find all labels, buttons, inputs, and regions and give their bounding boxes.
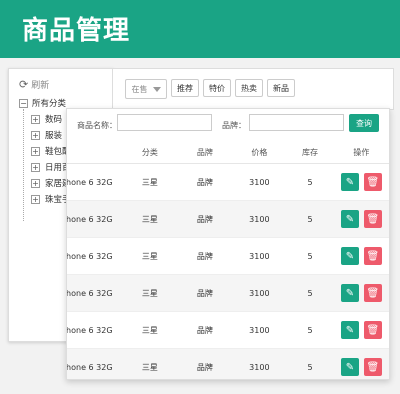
trash-icon: 🗑 — [366, 324, 380, 336]
pencil-icon: ✎ — [345, 287, 355, 299]
col-header-category: 分类 — [122, 141, 178, 164]
filter-special-button[interactable]: 特价 — [203, 79, 231, 97]
cell-product-name: iPhone 6 32G — [67, 163, 123, 201]
cell-brand: 品牌 — [177, 163, 233, 201]
cell-category: 三星 — [122, 274, 178, 312]
refresh-label: 刷新 — [31, 81, 50, 91]
cell-brand: 品牌 — [177, 348, 233, 379]
pencil-icon: ✎ — [345, 250, 355, 262]
cell-stock: 5 — [286, 348, 334, 379]
cell-actions: ✎ 🗑 — [333, 311, 389, 349]
col-header-name — [67, 141, 123, 164]
pencil-icon: ✎ — [345, 324, 355, 336]
cell-product-name: iPhone 6 32G — [67, 200, 123, 238]
col-header-actions: 操作 — [333, 141, 389, 164]
delete-button[interactable]: 🗑 — [363, 284, 382, 302]
cell-product-name: iPhone 6 32G — [67, 311, 123, 349]
status-select-value: 在售 — [131, 84, 148, 94]
edit-button[interactable]: ✎ — [340, 321, 359, 339]
cell-category: 三星 — [122, 348, 178, 379]
refresh-button[interactable]: ⟳ 刷新 — [19, 78, 49, 91]
col-header-brand: 品牌 — [177, 141, 233, 164]
cell-stock: 5 — [286, 237, 334, 275]
brand-input[interactable] — [249, 114, 344, 131]
filter-hot-button[interactable]: 热卖 — [235, 79, 263, 97]
cell-brand: 品牌 — [177, 237, 233, 275]
table-header-row: 分类 品牌 价格 库存 操作 — [67, 141, 389, 164]
table-row: iPhone 6 32G 三星 品牌 3100 5 ✎ 🗑 — [67, 274, 389, 312]
cell-category: 三星 — [122, 163, 178, 201]
pencil-icon: ✎ — [345, 213, 355, 225]
table-row: iPhone 6 32G 三星 品牌 3100 5 ✎ 🗑 — [67, 200, 389, 238]
cell-category: 三星 — [122, 311, 178, 349]
trash-icon: 🗑 — [366, 213, 380, 225]
cell-actions: ✎ 🗑 — [333, 274, 389, 312]
table-row: iPhone 6 32G 三星 品牌 3100 5 ✎ 🗑 — [67, 163, 389, 201]
trash-icon: 🗑 — [366, 287, 380, 299]
cell-price: 3100 — [232, 274, 287, 312]
query-button[interactable]: 查询 — [349, 114, 379, 132]
cell-stock: 5 — [286, 163, 334, 201]
product-name-label: 商品名称： — [77, 121, 117, 130]
filter-bar: 在售 推荐 特价 热卖 新品 — [112, 68, 394, 110]
brand-label: 品牌： — [222, 121, 246, 130]
cell-price: 3100 — [232, 237, 287, 275]
trash-icon: 🗑 — [366, 361, 380, 373]
delete-button[interactable]: 🗑 — [363, 247, 382, 265]
cell-actions: ✎ 🗑 — [333, 237, 389, 275]
delete-button[interactable]: 🗑 — [363, 358, 382, 376]
tree-item-label: 服装 — [45, 131, 63, 141]
collapse-icon[interactable]: − — [19, 98, 28, 108]
edit-button[interactable]: ✎ — [340, 358, 359, 376]
chevron-down-icon — [152, 86, 161, 92]
cell-stock: 5 — [286, 274, 334, 312]
filter-recommend-button[interactable]: 推荐 — [171, 79, 199, 97]
delete-button[interactable]: 🗑 — [363, 321, 382, 339]
cell-actions: ✎ 🗑 — [333, 200, 389, 238]
cell-price: 3100 — [232, 348, 287, 379]
status-select[interactable]: 在售 — [125, 79, 167, 99]
filter-new-button[interactable]: 新品 — [267, 79, 295, 97]
pencil-icon: ✎ — [345, 361, 355, 373]
cell-brand: 品牌 — [177, 200, 233, 238]
cell-actions: ✎ 🗑 — [333, 163, 389, 201]
cell-brand: 品牌 — [177, 274, 233, 312]
edit-button[interactable]: ✎ — [340, 173, 359, 191]
cell-product-name: iPhone 6 32G — [67, 237, 123, 275]
cell-category: 三星 — [122, 200, 178, 238]
cell-price: 3100 — [232, 163, 287, 201]
edit-button[interactable]: ✎ — [340, 284, 359, 302]
edit-button[interactable]: ✎ — [340, 210, 359, 228]
col-header-stock: 库存 — [286, 141, 334, 164]
tree-guide-line — [23, 109, 34, 221]
table-row: iPhone 6 32G 三星 品牌 3100 5 ✎ 🗑 — [67, 237, 389, 275]
cell-product-name: iPhone 6 32G — [67, 274, 123, 312]
refresh-icon: ⟳ — [19, 78, 29, 91]
cell-stock: 5 — [286, 200, 334, 238]
cell-stock: 5 — [286, 311, 334, 349]
product-table: 分类 品牌 价格 库存 操作 iPhone 6 32G 三星 品牌 3100 5… — [67, 141, 389, 379]
table-row: iPhone 6 32G 三星 品牌 3100 5 ✎ 🗑 — [67, 348, 389, 379]
trash-icon: 🗑 — [366, 250, 380, 262]
cell-price: 3100 — [232, 200, 287, 238]
page-title: 商品管理 — [22, 16, 131, 46]
delete-button[interactable]: 🗑 — [363, 210, 382, 228]
tree-root-label: 所有分类 — [32, 99, 67, 109]
cell-product-name: iPhone 6 32G — [67, 348, 123, 379]
tree-item-label: 数码 — [45, 115, 63, 125]
cell-actions: ✎ 🗑 — [333, 348, 389, 379]
table-row: iPhone 6 32G 三星 品牌 3100 5 ✎ 🗑 — [67, 311, 389, 349]
app-header: 商品管理 — [0, 0, 400, 58]
cell-price: 3100 — [232, 311, 287, 349]
trash-icon: 🗑 — [366, 176, 380, 188]
col-header-price: 价格 — [232, 141, 287, 164]
edit-button[interactable]: ✎ — [340, 247, 359, 265]
delete-button[interactable]: 🗑 — [363, 173, 382, 191]
cell-category: 三星 — [122, 237, 178, 275]
search-row: 商品名称： 品牌： 查询 — [67, 109, 389, 141]
pencil-icon: ✎ — [345, 176, 355, 188]
cell-brand: 品牌 — [177, 311, 233, 349]
product-name-input[interactable] — [117, 114, 212, 131]
product-table-panel: 商品名称： 品牌： 查询 分类 品牌 价格 库存 操作 iPhone 6 32G… — [66, 108, 390, 380]
